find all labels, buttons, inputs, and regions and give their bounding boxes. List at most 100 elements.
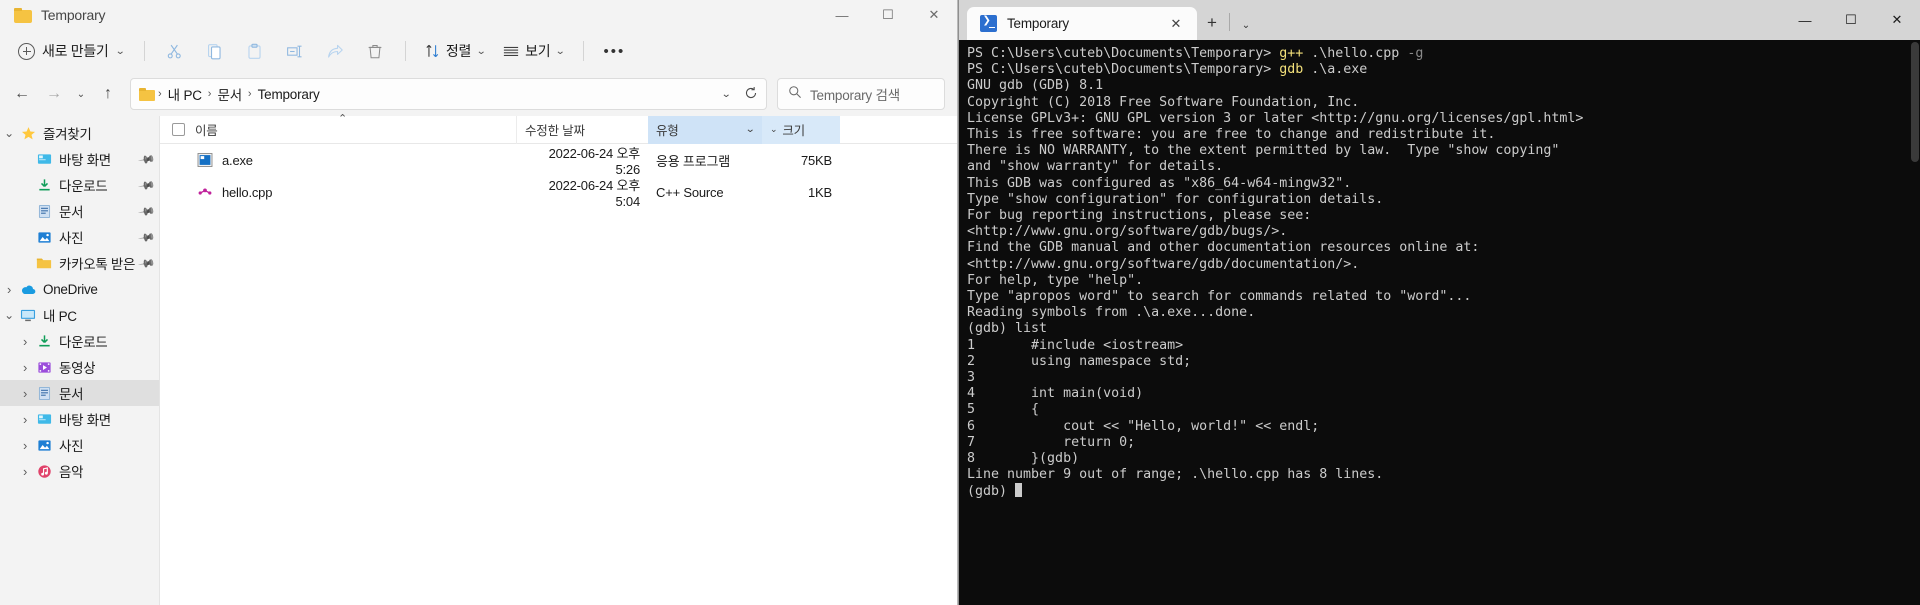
recent-locations-button[interactable]: ⌄ [70, 78, 92, 110]
windows-terminal-window: Temporary ✕ + ⌄ — ☐ ✕ PS C:\Users\cuteb\… [958, 0, 1920, 605]
breadcrumb-separator: › [158, 88, 162, 100]
new-button[interactable]: 새로 만들기 ⌄ [10, 35, 134, 67]
table-row[interactable]: a.exe 2022-06-24 오후 5:26 응용 프로그램 75KB [160, 144, 957, 177]
chevron-down-icon[interactable]: ⌄ [0, 309, 18, 321]
breadcrumb-item-1[interactable]: 문서 [212, 81, 246, 107]
chevron-right-icon[interactable]: › [16, 439, 34, 452]
pin-icon[interactable]: 📌 [137, 228, 155, 247]
breadcrumb-item-2[interactable]: Temporary [253, 84, 325, 105]
tab-dropdown-button[interactable]: ⌄ [1232, 20, 1260, 40]
sidebar-item-12[interactable]: › 사진 [0, 432, 159, 458]
sidebar-item-3[interactable]: 문서 📌 [0, 198, 159, 224]
sort-button[interactable]: 정렬 ⌄ [416, 35, 494, 67]
more-options-button[interactable]: ••• [594, 35, 634, 67]
chevron-right-icon[interactable]: › [0, 283, 18, 296]
refresh-icon[interactable] [744, 86, 758, 103]
cut-button[interactable] [155, 35, 195, 67]
back-button[interactable]: ← [6, 78, 38, 110]
sidebar-item-8[interactable]: › 다운로드 [0, 328, 159, 354]
desktop-icon [34, 152, 54, 167]
chevron-down-icon[interactable]: ⌄ [0, 127, 18, 139]
star-icon [18, 126, 38, 141]
close-button[interactable]: ✕ [1874, 0, 1920, 40]
chevron-down-icon[interactable]: ⌄ [770, 124, 778, 135]
address-bar[interactable]: › 내 PC › 문서 › Temporary ⌄ [130, 78, 767, 110]
terminal-line: 2 using namespace std; [967, 354, 1920, 370]
sidebar-item-7[interactable]: ⌄ 내 PC [0, 302, 159, 328]
sidebar-item-10[interactable]: › 문서 [0, 380, 159, 406]
search-input[interactable]: Temporary 검색 [810, 84, 900, 104]
column-header-date[interactable]: 수정한 날짜 [516, 115, 648, 144]
terminal-text: There is NO WARRANTY, to the extent perm… [967, 143, 1560, 159]
terminal-output[interactable]: PS C:\Users\cuteb\Documents\Temporary> g… [959, 40, 1920, 605]
search-box[interactable]: Temporary 검색 [777, 78, 945, 110]
toolbar-divider [143, 41, 145, 61]
explorer-address-row: ← → ⌄ ↑ › 내 PC › 문서 › Temporary ⌄ Tempor… [0, 72, 957, 116]
sidebar-item-13[interactable]: › 음악 [0, 458, 159, 484]
terminal-scroll-thumb[interactable] [1911, 42, 1919, 162]
maximize-button[interactable]: ☐ [1828, 0, 1874, 40]
view-button[interactable]: 보기 ⌄ [494, 35, 573, 67]
select-all-checkbox[interactable] [172, 123, 185, 136]
explorer-window-title: Temporary [41, 7, 106, 23]
rename-button[interactable] [275, 35, 315, 67]
chevron-down-icon[interactable]: ⌄ [745, 124, 755, 135]
chevron-right-icon[interactable]: › [16, 335, 34, 348]
pin-icon[interactable]: 📌 [137, 254, 155, 273]
forward-button[interactable]: → [38, 78, 70, 110]
minimize-button[interactable]: — [819, 0, 865, 30]
terminal-line: License GPLv3+: GNU GPL version 3 or lat… [967, 111, 1920, 127]
sort-button-label: 정렬 [445, 43, 472, 59]
powershell-icon [980, 15, 997, 32]
maximize-button[interactable]: ☐ [865, 0, 911, 30]
sidebar-item-label: 사진 [59, 439, 84, 454]
sidebar-item-label: 사진 [59, 231, 84, 246]
chevron-right-icon[interactable]: › [16, 465, 34, 478]
address-dropdown-button[interactable]: ⌄ [721, 89, 731, 100]
pin-icon[interactable]: 📌 [137, 202, 155, 221]
onedrive-cloud-icon [18, 283, 38, 296]
tab-close-icon[interactable]: ✕ [1165, 16, 1187, 32]
breadcrumb-item-0[interactable]: 내 PC [163, 81, 207, 107]
terminal-scrollbar[interactable] [1910, 40, 1920, 605]
chevron-right-icon[interactable]: › [16, 387, 34, 400]
up-button[interactable]: ↑ [92, 78, 124, 110]
sidebar-item-11[interactable]: › 바탕 화면 [0, 406, 159, 432]
terminal-text: .\hello.cpp [1303, 46, 1408, 61]
cell-file-type: C++ Source [656, 184, 724, 200]
delete-button[interactable] [355, 35, 395, 67]
chevron-right-icon[interactable]: › [16, 361, 34, 374]
copy-button[interactable] [195, 35, 235, 67]
sidebar-item-label: OneDrive [43, 281, 98, 297]
chevron-right-icon[interactable]: › [16, 413, 34, 426]
sidebar-item-label: 다운로드 [59, 179, 108, 194]
table-row[interactable]: hello.cpp 2022-06-24 오후 5:04 C++ Source 1KB [160, 176, 957, 209]
sidebar-item-label: 문서 [59, 387, 84, 402]
sidebar-item-5[interactable]: 카카오톡 받은 📌 [0, 250, 159, 276]
terminal-tab[interactable]: Temporary ✕ [967, 7, 1197, 40]
sidebar-item-0[interactable]: ⌄ 즐겨찾기 [0, 120, 159, 146]
pin-icon[interactable]: 📌 [137, 176, 155, 195]
terminal-text: (gdb) [967, 484, 1016, 500]
search-icon [788, 85, 802, 104]
close-button[interactable]: ✕ [911, 0, 957, 30]
sidebar-item-9[interactable]: › 동영상 [0, 354, 159, 380]
scissors-icon [168, 44, 182, 58]
pin-icon[interactable]: 📌 [137, 150, 155, 169]
sidebar-item-2[interactable]: 다운로드 📌 [0, 172, 159, 198]
sidebar-item-label: 다운로드 [59, 335, 108, 350]
new-tab-button[interactable]: + [1197, 13, 1227, 40]
sidebar-item-1[interactable]: 바탕 화면 📌 [0, 146, 159, 172]
column-header-type[interactable]: 유형 ⌄ [648, 115, 762, 144]
this-pc-icon [18, 308, 38, 323]
minimize-button[interactable]: — [1782, 0, 1828, 40]
terminal-line: This is free software: you are free to c… [967, 127, 1920, 143]
column-header-size[interactable]: ⌄ 크기 [762, 115, 840, 144]
column-header-name[interactable]: 이름 [160, 112, 516, 144]
sidebar-item-4[interactable]: 사진 📌 [0, 224, 159, 250]
sidebar-item-label: 음악 [59, 465, 84, 480]
paste-button[interactable] [235, 35, 275, 67]
download-icon [34, 178, 54, 193]
share-button[interactable] [315, 35, 355, 67]
sidebar-item-6[interactable]: › OneDrive [0, 276, 159, 302]
